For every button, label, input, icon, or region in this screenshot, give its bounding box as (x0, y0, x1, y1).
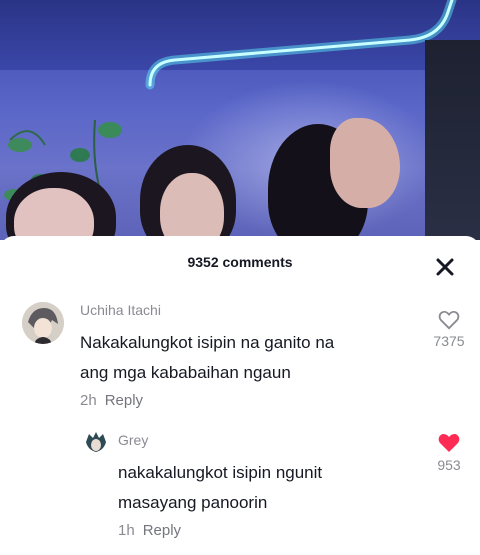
reply-button[interactable]: Reply (105, 392, 143, 409)
person-middle (140, 145, 240, 240)
person-right (268, 118, 408, 240)
heart-outline-icon (438, 310, 460, 330)
video-frame[interactable] (0, 0, 480, 240)
background-shelf (425, 40, 480, 240)
heart-filled-icon (438, 434, 460, 452)
close-icon[interactable] (434, 256, 456, 278)
comment-item: Uchiha Itachi Nakakalungkot isipin na ga… (0, 296, 480, 426)
comment-text-line: masayang panoorin (118, 493, 268, 512)
like-count: 7375 (433, 333, 465, 349)
comment-text: nakakalungkot isipin ngunit masayang pan… (118, 458, 408, 518)
comment-username[interactable]: Grey (118, 432, 148, 448)
comment-meta: 2h Reply (80, 392, 143, 409)
comment-text-line: Nakakalungkot isipin na ganito na (80, 333, 335, 352)
avatar[interactable] (22, 302, 64, 344)
comment-time: 1h (118, 522, 135, 539)
comment-text: Nakakalungkot isipin na ganito na ang mg… (80, 328, 400, 388)
reply-button[interactable]: Reply (143, 522, 181, 539)
like-button[interactable]: 953 (424, 432, 474, 473)
comments-count-title: 9352 comments (187, 254, 293, 270)
comments-sheet: 9352 comments Uchiha Itachi Nakakalungko… (0, 236, 480, 555)
anime-avatar-icon (22, 302, 64, 344)
comment-meta: 1h Reply (118, 522, 181, 539)
comment-text-line: nakakalungkot isipin ngunit (118, 463, 323, 482)
like-button[interactable]: 7375 (424, 310, 474, 349)
comment-text-line: ang mga kababaihan ngaun (80, 363, 291, 382)
comment-time: 2h (80, 392, 97, 409)
like-count: 953 (437, 457, 461, 473)
comment-username[interactable]: Uchiha Itachi (80, 302, 161, 318)
reply-comment-item: Grey nakakalungkot isipin ngunit masayan… (0, 426, 480, 555)
anime-avatar-icon (86, 432, 106, 452)
person-left (0, 170, 120, 240)
avatar[interactable] (84, 430, 108, 454)
